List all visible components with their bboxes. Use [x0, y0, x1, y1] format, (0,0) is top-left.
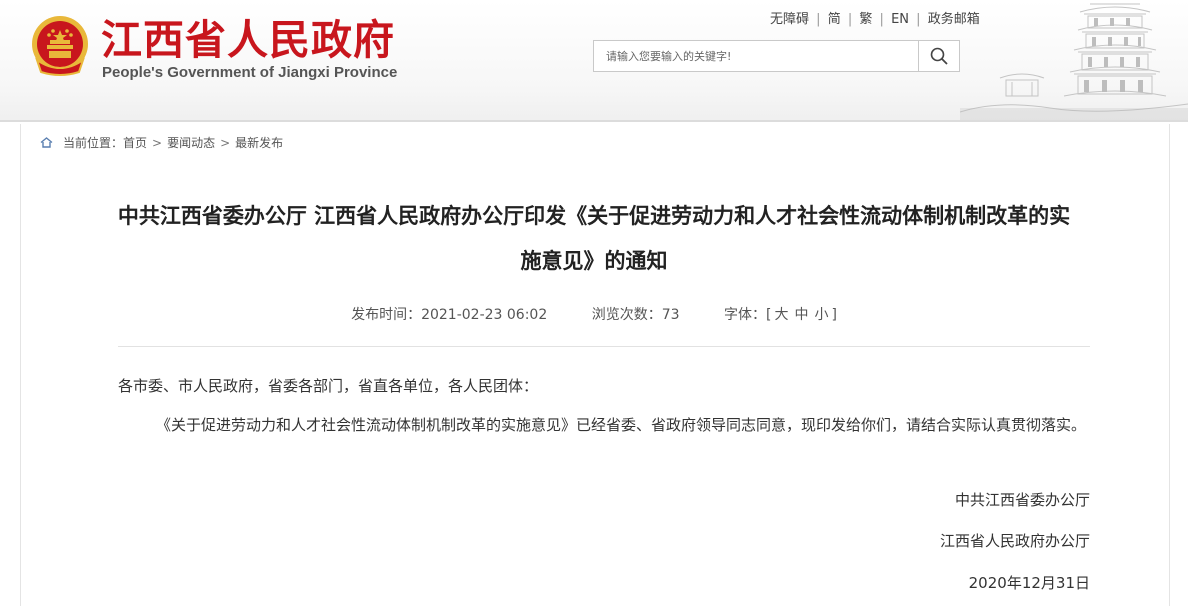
header-divider: [0, 120, 1188, 122]
article-date: 2020年12月31日: [968, 574, 1090, 592]
separator: |: [847, 12, 853, 27]
font-size-control: 字体：[大中小]: [724, 307, 837, 323]
breadcrumb-separator: >: [152, 135, 163, 150]
font-size-small-button[interactable]: 小: [814, 307, 828, 323]
site-header: 江西省人民政府 People's Government of Jiangxi P…: [0, 0, 1188, 122]
font-size-large-button[interactable]: 大: [774, 307, 788, 323]
font-bracket-open: [: [765, 307, 772, 323]
separator: |: [916, 12, 921, 27]
signer-government-office: 江西省人民政府办公厅: [939, 532, 1090, 550]
view-count-label: 浏览次数：: [591, 307, 662, 323]
font-bracket-close: ]: [831, 307, 837, 323]
search-input[interactable]: [594, 41, 920, 71]
site-title[interactable]: 江西省人民政府: [101, 6, 395, 66]
font-size-label: 字体：: [723, 307, 766, 323]
publish-time-label: 发布时间：: [351, 307, 422, 323]
breadcrumb-home[interactable]: 首页: [123, 134, 147, 151]
article-title: 中共江西省委办公厅 江西省人民政府办公厅印发《关于促进劳动力和人才社会性流动体制…: [117, 204, 1071, 273]
accessibility-link[interactable]: 无障碍: [770, 12, 809, 27]
breadcrumb-label: 当前位置：: [63, 136, 124, 150]
traditional-chinese-link[interactable]: 繁: [859, 12, 872, 27]
breadcrumb-separator: >: [220, 135, 231, 150]
search-icon: [930, 47, 948, 65]
simplified-chinese-link[interactable]: 简: [828, 12, 841, 27]
view-count-value: 73: [661, 307, 680, 323]
national-emblem-icon[interactable]: [29, 14, 91, 78]
separator: |: [816, 12, 821, 27]
pagoda-illustration: [960, 3, 1188, 122]
signer-party-office: 中共江西省委办公厅: [954, 491, 1090, 509]
breadcrumb: 当前位置： 首页 > 要闻动态 > 最新发布: [40, 134, 283, 151]
site-subtitle: People's Government of Jiangxi Province: [102, 64, 398, 81]
separator: |: [879, 12, 884, 27]
breadcrumb-latest[interactable]: 最新发布: [235, 134, 283, 151]
breadcrumb-news[interactable]: 要闻动态: [167, 134, 215, 151]
top-links: 无障碍 | 简 | 繁 | EN | 政务邮箱: [770, 8, 980, 27]
view-count: 浏览次数：73: [592, 307, 680, 323]
font-size-medium-button[interactable]: 中: [794, 307, 808, 323]
search-box: [593, 40, 960, 72]
article-salutation: 各市委、市人民政府，省委各部门，省直各单位，各人民团体：: [118, 377, 539, 395]
home-icon[interactable]: [40, 137, 53, 148]
meta-divider: [118, 346, 1090, 347]
search-button[interactable]: [918, 41, 959, 71]
publish-time-value: 2021-02-23 06:02: [421, 307, 548, 323]
article-meta: 发布时间：2021-02-23 06:02 浏览次数：73 字体：[大中小]: [0, 304, 1188, 324]
publish-time: 发布时间：2021-02-23 06:02: [351, 307, 547, 323]
english-link[interactable]: EN: [891, 12, 909, 27]
article-body-paragraph: 《关于促进劳动力和人才社会性流动体制机制改革的实施意见》已经省委、省政府领导同志…: [156, 416, 1087, 434]
